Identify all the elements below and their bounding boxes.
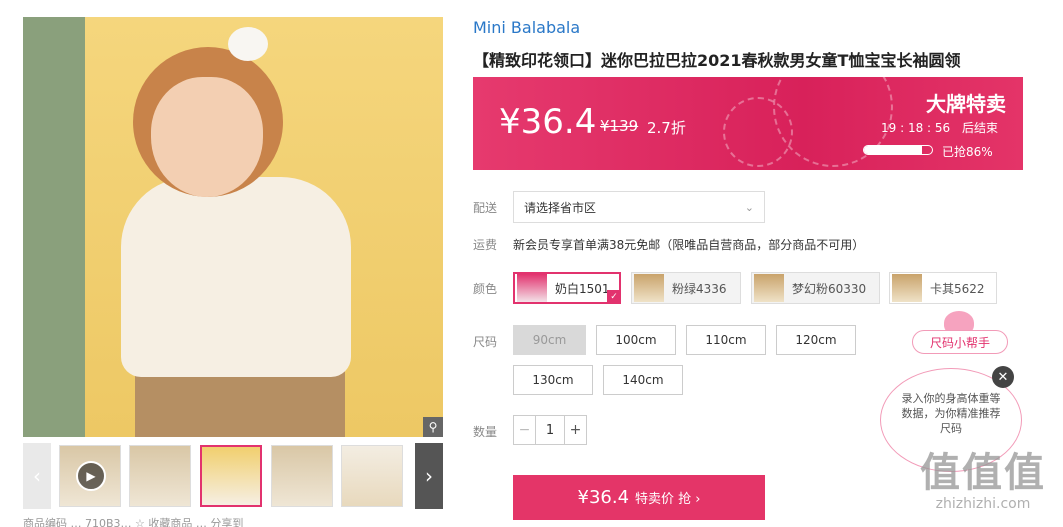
photo-bunny-clip (228, 27, 268, 61)
magnifier-icon[interactable]: ⚲ (423, 417, 443, 437)
color-option-label: 奶白1501 (555, 281, 610, 296)
sold-progress-fill (864, 146, 923, 154)
chevron-down-icon: ⌄ (744, 200, 754, 214)
play-icon[interactable]: ▶ (76, 461, 106, 491)
color-option-label: 粉绿4336 (672, 281, 727, 296)
product-title: 【精致印花领口】迷你巴拉巴拉2021春秋款男女童T恤宝宝长袖圆领 (473, 51, 961, 70)
watermark: 值值值 zhizhizhi.com (908, 440, 1058, 512)
thumbnail-video[interactable]: ▶ (59, 445, 121, 507)
photo-shirt (121, 177, 351, 377)
color-swatch (754, 274, 784, 302)
quantity-stepper: − 1 + (513, 415, 587, 445)
price-banner: ¥36.4 ¥139 2.7折 大牌特卖 19 : 18 : 56 后结束 已抢… (473, 77, 1023, 170)
watermark-url: zhizhizhi.com (935, 496, 1031, 512)
thumbnail-4[interactable] (271, 445, 333, 507)
color-option-3[interactable]: 梦幻粉60330 (751, 272, 880, 304)
buy-button[interactable]: ¥36.4 特卖价 抢 › (513, 475, 765, 520)
sale-price: ¥36.4 (499, 102, 597, 142)
sold-progress-bar (863, 145, 933, 155)
original-price: ¥139 (600, 117, 639, 135)
size-option-100[interactable]: 100cm (596, 325, 676, 355)
size-option-140[interactable]: 140cm (603, 365, 683, 395)
size-option-120[interactable]: 120cm (776, 325, 856, 355)
buy-label: 特卖价 抢 › (635, 492, 701, 507)
main-product-image[interactable] (23, 17, 443, 437)
photo-face (151, 77, 263, 197)
photo-background-green (23, 17, 85, 437)
check-icon: ✓ (607, 290, 621, 304)
size-option-90: 90cm (513, 325, 586, 355)
countdown-timer: 19 : 18 : 56 后结束 (881, 119, 998, 136)
quantity-input[interactable]: 1 (536, 416, 564, 444)
discount-label: 2.7折 (647, 119, 686, 137)
color-swatch (892, 274, 922, 302)
countdown-value: 19 : 18 : 56 (881, 121, 951, 135)
thumbnail-5[interactable] (341, 445, 403, 507)
watermark-logo: 值值值 (920, 450, 1046, 496)
color-option-2[interactable]: 粉绿4336 (631, 272, 741, 304)
firework-decoration (723, 97, 793, 167)
quantity-label: 数量 (473, 425, 498, 439)
event-title: 大牌特卖 (926, 92, 1006, 116)
buy-price: ¥36.4 (577, 487, 630, 508)
color-option-label: 梦幻粉60330 (792, 281, 867, 296)
thumbnail-2[interactable] (129, 445, 191, 507)
size-helper-button[interactable]: 尺码小帮手 (912, 330, 1008, 354)
bottom-info-bar: 商品编码 … 710B3… ☆ 收藏商品 … 分享到 (23, 517, 244, 527)
sold-progress-text: 已抢86% (942, 145, 993, 159)
region-select[interactable]: 请选择省市区 ⌄ (513, 191, 765, 223)
shipping-label: 配送 (473, 201, 498, 215)
brand-link[interactable]: Mini Balabala (473, 18, 580, 37)
thumbnail-3-selected[interactable] (200, 445, 262, 507)
countdown-suffix: 后结束 (961, 121, 998, 135)
color-label: 颜色 (473, 282, 498, 296)
quantity-decrement-button[interactable]: − (514, 416, 536, 444)
region-select-value: 请选择省市区 (524, 200, 597, 215)
color-option-4[interactable]: 卡其5622 (889, 272, 997, 304)
color-option-label: 卡其5622 (930, 281, 985, 296)
chevron-left-icon[interactable]: ‹ (23, 443, 51, 509)
color-option-1[interactable]: 奶白1501 ✓ (513, 272, 621, 304)
fee-label: 运费 (473, 238, 498, 252)
quantity-increment-button[interactable]: + (564, 416, 586, 444)
size-option-130[interactable]: 130cm (513, 365, 593, 395)
size-label: 尺码 (473, 335, 498, 349)
chevron-right-icon[interactable]: › (415, 443, 443, 509)
close-icon[interactable]: ✕ (992, 366, 1014, 388)
color-swatch (517, 274, 547, 302)
thumbnail-strip: ‹ ▶ › (23, 443, 443, 509)
size-option-110[interactable]: 110cm (686, 325, 766, 355)
fee-text: 新会员专享首单满38元免邮（限唯品自营商品，部分商品不可用） (513, 238, 865, 252)
color-swatch (634, 274, 664, 302)
